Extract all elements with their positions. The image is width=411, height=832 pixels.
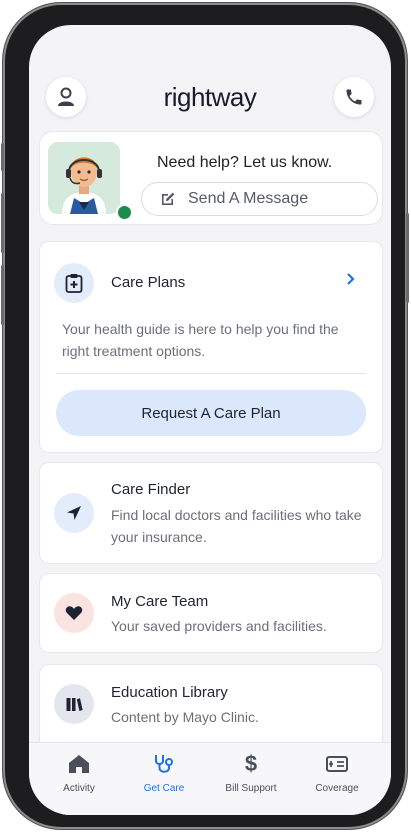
side-button (1, 265, 4, 325)
stethoscope-icon (155, 755, 173, 773)
home-icon (69, 755, 89, 773)
bottom-tab-bar: Activity Get Care $ Bill Support Coverag… (29, 742, 391, 815)
dollar-icon: $ (244, 751, 258, 776)
send-message-label: Send A Message (188, 190, 309, 207)
help-title: Need help? Let us know. (157, 154, 333, 171)
clipboard-plus-icon (65, 274, 83, 293)
tab-label: Activity (63, 783, 95, 794)
care-team-description: Your saved providers and facilities. (111, 618, 327, 634)
care-finder-card[interactable]: Care Finder Find local doctors and facil… (39, 462, 383, 564)
side-button (1, 143, 4, 171)
care-team-card[interactable]: My Care Team Your saved providers and fa… (39, 573, 383, 653)
tab-coverage[interactable]: Coverage (297, 751, 377, 794)
education-description: Content by Mayo Clinic. (111, 709, 259, 725)
tab-label: Get Care (143, 783, 185, 794)
header: rightway (29, 25, 391, 135)
phone-icon (346, 89, 362, 105)
divider (56, 373, 366, 374)
care-finder-description: Find local doctors and facilities who ta… (111, 507, 362, 545)
edit-icon (162, 192, 175, 205)
books-icon (66, 698, 83, 711)
online-status-dot (116, 204, 133, 221)
care-team-title: My Care Team (111, 593, 209, 610)
education-icon-circle (54, 684, 94, 724)
care-plans-description: Your health guide is here to help you fi… (62, 321, 339, 359)
tab-activity[interactable]: Activity (39, 751, 119, 794)
care-finder-title: Care Finder (111, 481, 191, 498)
care-plans-title[interactable]: Care Plans (111, 274, 185, 291)
phone-frame: rightway Need help? Let us know. Send A … (1, 3, 409, 829)
health-guide-illustration (48, 142, 120, 214)
id-card-icon (326, 756, 348, 772)
screen: rightway Need help? Let us know. Send A … (29, 25, 391, 815)
send-message-button[interactable]: Send A Message (141, 182, 378, 216)
side-button (406, 213, 409, 303)
tab-bill-support[interactable]: $ Bill Support (211, 751, 291, 794)
education-title: Education Library (111, 684, 228, 701)
heart-icon (65, 606, 83, 620)
call-button[interactable] (334, 77, 374, 117)
chevron-right-icon[interactable] (346, 272, 356, 291)
care-team-icon-circle (54, 593, 94, 633)
care-finder-icon-circle (54, 493, 94, 533)
tab-label: Bill Support (225, 783, 277, 794)
help-card: Need help? Let us know. Send A Message (39, 131, 383, 225)
location-arrow-icon (67, 506, 81, 520)
health-guide-avatar (48, 142, 120, 214)
request-care-plan-button[interactable]: Request A Care Plan (56, 390, 366, 436)
side-button (1, 193, 4, 253)
care-plans-icon-circle (54, 263, 94, 303)
care-plans-card: Care Plans Your health guide is here to … (39, 241, 383, 453)
tab-get-care[interactable]: Get Care (124, 751, 204, 794)
tab-label: Coverage (315, 783, 359, 794)
